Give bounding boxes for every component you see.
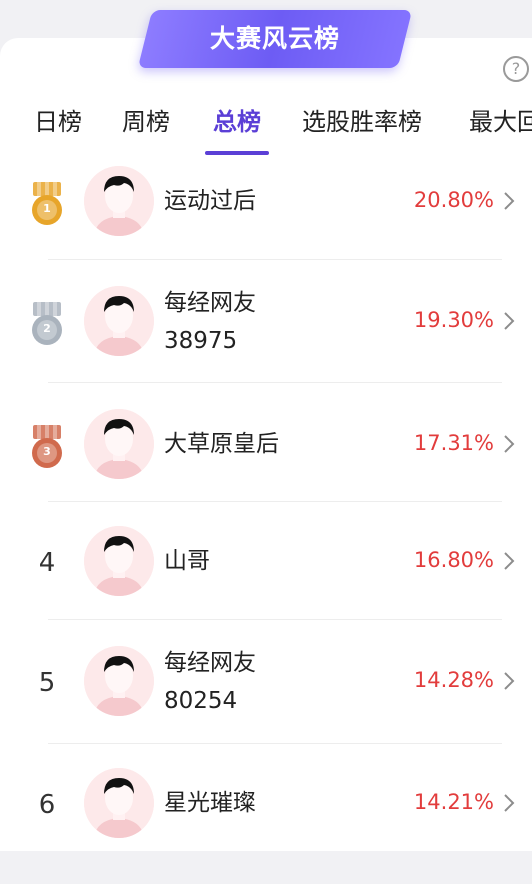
tab-bar: 日榜 周榜 总榜 选股胜率榜 最大回 bbox=[0, 100, 532, 156]
user-name: 每经网友 bbox=[164, 290, 256, 316]
return-percentage: 14.21% bbox=[413, 790, 494, 814]
avatar[interactable] bbox=[84, 286, 154, 356]
return-percentage: 17.31% bbox=[413, 431, 494, 455]
ranking-row[interactable]: 4 山哥 16.80% bbox=[0, 522, 532, 642]
row-divider bbox=[48, 619, 502, 620]
row-divider bbox=[48, 382, 502, 383]
tab-weekly[interactable]: 周榜 bbox=[122, 100, 170, 144]
bronze-medal-icon: 3 bbox=[28, 425, 66, 469]
row-divider bbox=[48, 743, 502, 744]
return-percentage: 14.28% bbox=[413, 668, 494, 692]
ranking-row[interactable]: 6 星光璀璨 14.21% bbox=[0, 764, 532, 884]
avatar[interactable] bbox=[84, 526, 154, 596]
chevron-right-icon[interactable] bbox=[498, 670, 520, 692]
avatar[interactable] bbox=[84, 646, 154, 716]
rank-number: 4 bbox=[38, 548, 56, 578]
user-name-suffix: 38975 bbox=[164, 328, 238, 354]
tab-win-rate[interactable]: 选股胜率榜 bbox=[302, 100, 422, 144]
return-percentage: 20.80% bbox=[413, 188, 494, 212]
active-tab-indicator bbox=[205, 151, 269, 155]
tab-max-drawdown[interactable]: 最大回 bbox=[469, 100, 532, 144]
medal-rank-number: 1 bbox=[43, 202, 51, 215]
user-name: 每经网友 bbox=[164, 650, 256, 676]
tab-daily[interactable]: 日榜 bbox=[34, 100, 82, 144]
silver-medal-icon: 2 bbox=[28, 302, 66, 346]
chevron-right-icon[interactable] bbox=[498, 792, 520, 814]
medal-rank-number: 2 bbox=[43, 322, 51, 335]
row-divider bbox=[48, 259, 502, 260]
avatar[interactable] bbox=[84, 768, 154, 838]
avatar[interactable] bbox=[84, 166, 154, 236]
row-divider bbox=[48, 501, 502, 502]
ranking-row[interactable]: 2 每经网友 38975 19.30% bbox=[0, 282, 532, 402]
user-name: 大草原皇后 bbox=[164, 431, 279, 457]
ranking-row[interactable]: 3 大草原皇后 17.31% bbox=[0, 405, 532, 525]
banner-title: 大赛风云榜 bbox=[209, 24, 340, 53]
chevron-right-icon[interactable] bbox=[498, 550, 520, 572]
user-name-suffix: 80254 bbox=[164, 688, 238, 714]
user-name: 山哥 bbox=[164, 548, 210, 574]
return-percentage: 19.30% bbox=[413, 308, 494, 332]
return-percentage: 16.80% bbox=[413, 548, 494, 572]
chevron-right-icon[interactable] bbox=[498, 190, 520, 212]
chevron-right-icon[interactable] bbox=[498, 433, 520, 455]
help-icon[interactable]: ? bbox=[503, 56, 529, 82]
ranking-row[interactable]: 1 运动过后 20.80% bbox=[0, 162, 532, 282]
user-name: 星光璀璨 bbox=[164, 790, 256, 816]
rank-number: 5 bbox=[38, 668, 56, 698]
tab-overall[interactable]: 总榜 bbox=[213, 100, 261, 144]
rank-number: 6 bbox=[38, 790, 56, 820]
avatar[interactable] bbox=[84, 409, 154, 479]
medal-rank-number: 3 bbox=[43, 445, 51, 458]
ranking-row[interactable]: 5 每经网友 80254 14.28% bbox=[0, 642, 532, 762]
gold-medal-icon: 1 bbox=[28, 182, 66, 226]
chevron-right-icon[interactable] bbox=[498, 310, 520, 332]
user-name: 运动过后 bbox=[164, 188, 256, 214]
